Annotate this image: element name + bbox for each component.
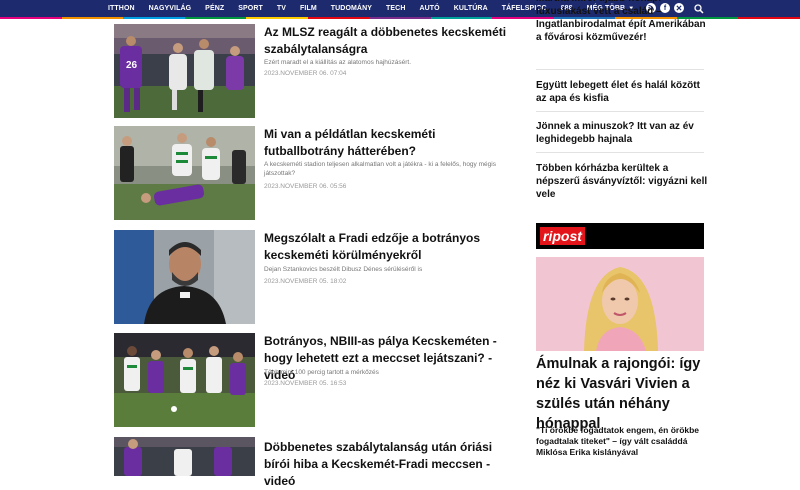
nav-item-tv[interactable]: TV	[277, 5, 286, 12]
sidebar-divider	[536, 111, 704, 112]
nav-item-tech[interactable]: TECH	[386, 5, 405, 12]
sidebar-news-item[interactable]: Együtt lebegett élet és halál között az …	[536, 79, 711, 105]
article-card[interactable]: Döbbenetes szabálytalanság után óriási b…	[114, 437, 504, 488]
article-card[interactable]: 26 Az MLSZ reagált a döbbenetes kecskemé…	[114, 24, 506, 124]
stripe-segment	[369, 17, 431, 19]
ripost-headline[interactable]: Ámulnak a rajongói: így néz ki Vasvári V…	[536, 354, 711, 434]
nav-item-itthon[interactable]: ITTHON	[108, 5, 135, 12]
article-date: 2023.NOVEMBER 06. 05:56	[264, 183, 347, 190]
article-title[interactable]: Megszólalt a Fradi edzője a botrányos ke…	[264, 230, 509, 264]
article-lead: Ezért maradt el a kiállítás az alatomos …	[264, 59, 412, 66]
article-date: 2023.NOVEMBER 05. 18:02	[264, 278, 347, 285]
nav-item-auto[interactable]: AUTÓ	[419, 5, 439, 12]
article-thumbnail[interactable]	[114, 230, 255, 324]
ripost-header[interactable]: ripost	[536, 223, 704, 249]
article-lead: Dejan Sztankovics beszélt Dibusz Dénes s…	[264, 266, 423, 273]
article-thumbnail[interactable]: 26	[114, 24, 255, 118]
nav-item-nagyvilag[interactable]: NAGYVILÁG	[149, 5, 192, 12]
sidebar-news-item[interactable]: Jönnek a minuszok? Itt van az év leghide…	[536, 120, 711, 146]
article-thumbnail[interactable]	[114, 126, 255, 220]
stripe-segment	[430, 17, 493, 19]
stripe-segment	[246, 17, 308, 19]
article-card[interactable]: Megszólalt a Fradi edzője a botrányos ke…	[114, 230, 504, 326]
ripost-logo[interactable]: ripost	[540, 227, 585, 245]
ripost-subheadline[interactable]: "Ti örökbe fogadtatok engem, én örökbe f…	[536, 425, 706, 458]
article-date: 2023.NOVEMBER 06. 07:04	[264, 70, 347, 77]
ripost-featured-image[interactable]	[536, 257, 704, 351]
stripe-segment	[307, 17, 370, 19]
stripe-segment	[184, 17, 247, 19]
sidebar-divider	[536, 152, 704, 153]
svg-text:26: 26	[126, 60, 138, 71]
nav-item-film[interactable]: FILM	[300, 5, 317, 12]
article-card[interactable]: Mi van a példátlan kecskeméti futballbot…	[114, 126, 504, 222]
nav-item-tudomany[interactable]: TUDOMÁNY	[331, 5, 372, 12]
article-title[interactable]: Döbbenetes szabálytalanság után óriási b…	[264, 439, 509, 490]
sidebar-divider	[536, 69, 704, 70]
nav-item-sport[interactable]: SPORT	[238, 5, 263, 12]
article-title[interactable]: Az MLSZ reagált a döbbenetes kecskeméti …	[264, 24, 509, 58]
sidebar-news-item[interactable]: Többen kórházba kerültek a népszerű ásvá…	[536, 162, 711, 201]
article-thumbnail[interactable]	[114, 437, 255, 476]
article-title[interactable]: Mi van a példátlan kecskeméti futballbot…	[264, 126, 509, 160]
article-lead: Több mint 100 percig tartott a mérkőzés	[264, 369, 379, 376]
article-thumbnail[interactable]	[114, 333, 255, 427]
stripe-segment	[123, 17, 185, 19]
stripe-segment	[61, 17, 124, 19]
nav-item-kultura[interactable]: KULTÚRA	[454, 5, 488, 12]
article-date: 2023.NOVEMBER 05. 16:53	[264, 380, 347, 387]
nav-item-penz[interactable]: PÉNZ	[205, 5, 224, 12]
stripe-segment	[0, 17, 62, 19]
article-lead: A kecskeméti stadion teljesen alkalmatla…	[264, 161, 496, 177]
stripe-segment	[738, 17, 800, 19]
article-card[interactable]: Botrányos, NBIII-as pálya Kecskeméten - …	[114, 333, 504, 429]
sidebar-news-item[interactable]: Mártha Imre: újabb hónapi luxuslakást ve…	[536, 0, 711, 44]
